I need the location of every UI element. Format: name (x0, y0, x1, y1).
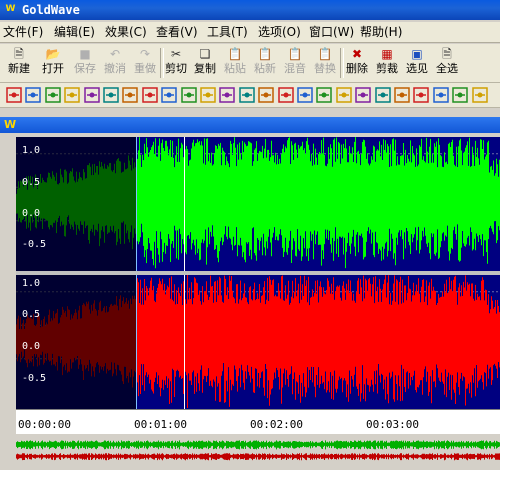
select-all-button[interactable]: 🗎 全选 (432, 46, 462, 80)
mix-button[interactable]: 📋 混音 (280, 46, 310, 80)
dynamics-icon[interactable] (25, 87, 42, 103)
silence-icon[interactable] (355, 87, 371, 103)
time-label: 00:02:00 (250, 418, 303, 431)
left-y-tick: 1.0 (22, 145, 41, 156)
menu-view[interactable]: 查看(V) (156, 24, 198, 40)
left-y-tick: 0.5 (22, 177, 41, 188)
filter-icon[interactable] (103, 87, 119, 103)
doppler-icon[interactable] (6, 87, 22, 103)
echo-icon[interactable] (45, 87, 61, 103)
goldwave-icon: W (5, 4, 16, 14)
select-view-icon: ▣ (411, 47, 423, 61)
volume-icon[interactable] (413, 87, 430, 103)
time-label: 00:01:00 (134, 418, 187, 431)
trim-icon: ▦ (381, 47, 393, 61)
menu-effects[interactable]: 效果(C) (105, 24, 147, 40)
overview-waveform[interactable] (16, 434, 500, 470)
window-title: GoldWave (22, 3, 80, 17)
document-title-bar[interactable]: W (0, 117, 500, 133)
stereo-icon[interactable] (374, 87, 391, 103)
left-y-tick: 0.0 (22, 208, 41, 219)
copy-icon: ❏ (199, 47, 211, 61)
select-view-button[interactable]: ▣ 选见 (402, 46, 432, 80)
invert-icon[interactable] (161, 87, 177, 103)
time-warp-icon[interactable] (394, 87, 410, 103)
replace-icon: 📋 (317, 47, 333, 61)
main-toolbar: 🗎 新建 📂 打开 ■ 保存 ↶ 撤消 ↷ 重做 ✂ 剪切 ❏ 复制 📋 粘贴 … (0, 44, 500, 83)
save-button[interactable]: ■ 保存 (70, 46, 100, 80)
replace-button[interactable]: 📋 替换 (310, 46, 340, 80)
interpolate-icon[interactable] (142, 87, 158, 103)
copy-button[interactable]: ❏ 复制 (190, 46, 220, 80)
menu-tools[interactable]: 工具(T) (207, 24, 248, 40)
paste-button[interactable]: 📋 粘贴 (220, 46, 250, 80)
right-channel[interactable] (16, 275, 500, 409)
mechanize-icon[interactable] (200, 87, 216, 103)
reverb-icon[interactable] (316, 87, 333, 103)
playback-rate-icon[interactable] (277, 87, 294, 103)
undo-icon: ↶ (109, 47, 121, 61)
time-label: 00:03:00 (366, 418, 419, 431)
right-y-tick: 1.0 (22, 278, 41, 289)
pan-icon[interactable] (239, 87, 255, 103)
undo-button[interactable]: ↶ 撤消 (100, 46, 130, 80)
effects-toolbar (0, 83, 500, 108)
new-button[interactable]: 🗎 新建 (4, 46, 34, 80)
save-disk-icon: ■ (79, 47, 91, 61)
menu-edit[interactable]: 编辑(E) (54, 24, 95, 40)
reverse-icon[interactable] (336, 87, 352, 103)
menu-bar: 文件(F) 编辑(E) 效果(C) 查看(V) 工具(T) 选项(O) 窗口(W… (0, 22, 500, 43)
document-icon: W (4, 118, 17, 131)
menu-help[interactable]: 帮助(H) (360, 24, 402, 40)
new-file-icon: 🗎 (14, 47, 24, 61)
right-y-tick: -0.5 (22, 373, 47, 384)
open-folder-icon: 📂 (45, 47, 61, 61)
equalizer-icon[interactable] (64, 87, 80, 103)
time-label: 00:00:00 (18, 418, 71, 431)
goldwave-window: W GoldWave 文件(F) 编辑(E) 效果(C) 查看(V) 工具(T)… (0, 0, 500, 470)
cut-button[interactable]: ✂ 剪切 (162, 46, 190, 80)
mix-icon: 📋 (287, 47, 303, 61)
overview-background (16, 434, 500, 470)
paste-new-icon: 📋 (257, 47, 273, 61)
left-channel[interactable] (16, 137, 500, 271)
delete-icon: ✖ (351, 47, 363, 61)
trim-button[interactable]: ▦ 剪裁 (372, 46, 402, 80)
right-y-tick: 0.5 (22, 309, 41, 320)
spectrum-icon[interactable] (452, 87, 468, 103)
redo-button[interactable]: ↷ 重做 (130, 46, 160, 80)
menu-window[interactable]: 窗口(W) (309, 24, 354, 40)
flanger-icon[interactable] (122, 87, 139, 103)
delete-button[interactable]: ✖ 删除 (342, 46, 372, 80)
paste-new-button[interactable]: 📋 粘新 (250, 46, 280, 80)
fade-icon[interactable] (83, 87, 100, 103)
waveform-display[interactable] (16, 137, 500, 409)
right-y-tick: 0.0 (22, 341, 41, 352)
noise-reduction-icon[interactable] (433, 87, 449, 103)
matrix-icon[interactable] (180, 87, 197, 103)
offset-icon[interactable] (219, 87, 236, 103)
select-all-icon: 🗎 (442, 47, 452, 61)
scissors-icon: ✂ (170, 47, 182, 61)
redo-icon: ↷ (139, 47, 151, 61)
menu-file[interactable]: 文件(F) (3, 24, 43, 40)
title-bar[interactable]: W GoldWave (0, 0, 500, 20)
time-ruler[interactable]: 00:00:00 00:01:00 00:02:00 00:03:00 (16, 409, 500, 434)
left-y-tick: -0.5 (22, 239, 47, 250)
paste-icon: 📋 (227, 47, 243, 61)
pitch-icon[interactable] (258, 87, 274, 103)
open-button[interactable]: 📂 打开 (38, 46, 68, 80)
unselected-region (16, 137, 136, 271)
resample-icon[interactable] (297, 87, 313, 103)
tc-icon[interactable] (471, 87, 488, 103)
menu-options[interactable]: 选项(O) (258, 24, 301, 40)
